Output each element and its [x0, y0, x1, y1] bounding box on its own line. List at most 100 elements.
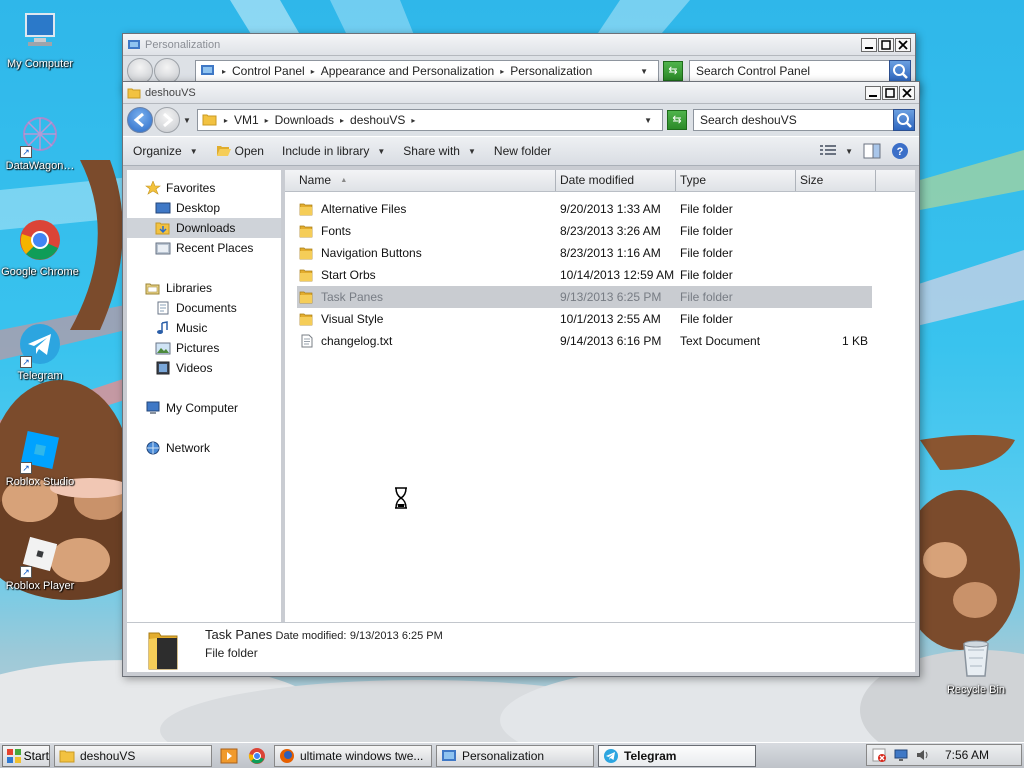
nav-my-computer[interactable]: My Computer	[127, 398, 281, 418]
taskbar-button-firefox[interactable]: ultimate windows twe...	[274, 744, 432, 767]
chrome-icon[interactable]	[248, 747, 266, 765]
preview-pane-button[interactable]	[863, 143, 881, 159]
security-alert-icon[interactable]	[871, 747, 887, 763]
file-row[interactable]: Start Orbs 10/14/2013 12:59 AM File folder	[297, 264, 872, 286]
nav-desktop[interactable]: Desktop	[127, 198, 281, 218]
desktop-icon-label: Telegram	[17, 370, 63, 382]
sort-up-icon: ▲	[340, 177, 348, 185]
include-in-library-button[interactable]: Include in library ▼	[282, 144, 385, 158]
forward-button[interactable]	[154, 107, 180, 133]
nav-music[interactable]: Music	[127, 318, 281, 338]
search-icon[interactable]	[889, 60, 911, 82]
network-status-icon[interactable]	[893, 747, 909, 763]
desktop-icon-datawagon[interactable]: ↗ DataWagon…	[0, 112, 80, 172]
taskbar-button-deshouvs[interactable]: deshouVS	[54, 744, 212, 767]
file-row[interactable]: changelog.txt 9/14/2013 6:16 PM Text Docum…	[297, 330, 872, 352]
file-name: Navigation Buttons	[321, 246, 422, 260]
search-input[interactable]: Search deshouVS	[693, 109, 915, 131]
breadcrumb-item[interactable]: Downloads	[275, 113, 334, 127]
organize-button[interactable]: Organize ▼	[133, 144, 198, 158]
breadcrumb-item[interactable]: Appearance and Personalization	[321, 64, 494, 78]
file-date: 8/23/2013 1:16 AM	[560, 246, 661, 260]
file-type: File folder	[680, 224, 733, 238]
new-folder-button[interactable]: New folder	[494, 144, 551, 158]
share-with-button[interactable]: Share with ▼	[403, 144, 476, 158]
chevron-down-icon[interactable]: ▼	[644, 116, 652, 125]
close-button[interactable]	[899, 85, 915, 100]
personalization-titlebar[interactable]: Personalization	[123, 34, 915, 56]
system-tray: 7:56 AM	[866, 744, 1022, 766]
volume-icon[interactable]	[915, 747, 931, 763]
nav-libraries[interactable]: Libraries	[127, 278, 281, 298]
refresh-button[interactable]: ⇆	[663, 61, 683, 81]
nav-documents[interactable]: Documents	[127, 298, 281, 318]
column-label: Type	[680, 173, 707, 187]
nav-videos[interactable]: Videos	[127, 358, 281, 378]
minimize-button[interactable]	[861, 37, 877, 52]
help-button[interactable]: ?	[891, 142, 909, 160]
search-input[interactable]: Search Control Panel	[689, 60, 911, 82]
desktop-icon-label: Roblox Studio	[5, 476, 75, 488]
nav-label: Videos	[176, 361, 213, 375]
file-row[interactable]: Navigation Buttons 8/23/2013 1:16 AM File …	[297, 242, 872, 264]
datawagon-icon: ↗	[18, 112, 62, 158]
breadcrumb-item[interactable]: Control Panel	[232, 64, 305, 78]
nav-downloads[interactable]: Downloads	[127, 218, 281, 238]
open-button[interactable]: Open	[216, 144, 264, 158]
desktop-icon-telegram[interactable]: ↗ Telegram	[0, 322, 80, 382]
address-bar[interactable]: ▸ VM1 ▸ Downloads ▸ deshouVS ▸ ▼	[196, 109, 663, 131]
star-icon	[145, 181, 161, 195]
recycle-bin-icon	[954, 636, 998, 680]
firefox-icon	[280, 748, 294, 763]
folder-icon	[59, 750, 75, 762]
desktop-icon-my-computer[interactable]: My Computer	[0, 10, 80, 70]
nav-favorites[interactable]: Favorites	[127, 178, 281, 198]
column-label: Size	[800, 173, 824, 187]
file-row[interactable]: Alternative Files 9/20/2013 1:33 AM File f…	[297, 198, 872, 220]
nav-recent-places[interactable]: Recent Places	[127, 238, 281, 258]
help-icon: ?	[892, 143, 908, 159]
media-player-icon[interactable]	[220, 747, 238, 765]
column-header-row: Name ▲ Date modified Type Size	[285, 170, 915, 192]
folder-icon	[202, 114, 217, 126]
start-button[interactable]: Start	[2, 744, 50, 767]
maximize-button[interactable]	[882, 85, 898, 100]
breadcrumb-item[interactable]: deshouVS	[350, 113, 405, 127]
explorer-window[interactable]: deshouVS ▼ ▸ VM1 ▸ Downloads ▸ deshouVS …	[122, 81, 920, 677]
history-dropdown-icon[interactable]: ▼	[183, 116, 191, 125]
column-header-size[interactable]: Size	[796, 170, 876, 191]
clock[interactable]: 7:56 AM	[945, 748, 989, 762]
refresh-button[interactable]: ⇆	[667, 110, 687, 130]
chevron-down-icon[interactable]: ▼	[640, 67, 648, 76]
taskbar-button-personalization[interactable]: Personalization	[436, 744, 594, 767]
minimize-button[interactable]	[865, 85, 881, 100]
column-header-date[interactable]: Date modified	[556, 170, 676, 191]
close-button[interactable]	[895, 37, 911, 52]
desktop-icon-recycle-bin[interactable]: Recycle Bin	[936, 636, 1016, 696]
search-icon[interactable]	[893, 109, 915, 131]
nav-network[interactable]: Network	[127, 438, 281, 458]
nav-pictures[interactable]: Pictures	[127, 338, 281, 358]
explorer-titlebar[interactable]: deshouVS	[123, 82, 919, 104]
nav-label: Music	[176, 321, 208, 335]
file-row[interactable]: Visual Style 10/1/2013 2:55 AM File folder	[297, 308, 872, 330]
breadcrumb-item[interactable]: VM1	[234, 113, 259, 127]
file-row[interactable]: Task Panes 9/13/2013 6:25 PM File folder	[297, 286, 872, 308]
address-bar[interactable]: ▸ Control Panel ▸ Appearance and Persona…	[195, 60, 659, 82]
desktop-icon-chrome[interactable]: Google Chrome	[0, 218, 80, 278]
breadcrumb-item[interactable]: Personalization	[510, 64, 592, 78]
back-button[interactable]	[127, 107, 153, 133]
column-header-name[interactable]: Name ▲	[285, 170, 556, 191]
file-row[interactable]: Fonts 8/23/2013 3:26 AM File folder	[297, 220, 872, 242]
file-date: 9/14/2013 6:16 PM	[560, 334, 662, 348]
network-icon	[146, 441, 160, 455]
taskbar-button-telegram[interactable]: Telegram	[598, 744, 756, 767]
desktop-icon-roblox-studio[interactable]: ↗ Roblox Studio	[0, 428, 80, 488]
column-header-type[interactable]: Type	[676, 170, 796, 191]
desktop-icon-roblox-player[interactable]: ↗ Roblox Player	[0, 532, 80, 592]
view-options-button[interactable]: ▼	[819, 144, 853, 158]
maximize-button[interactable]	[878, 37, 894, 52]
details-item-type: File folder	[205, 646, 258, 660]
chevron-right-icon: ▸	[411, 115, 416, 125]
file-rows: Alternative Files 9/20/2013 1:33 AM File f…	[285, 198, 915, 352]
